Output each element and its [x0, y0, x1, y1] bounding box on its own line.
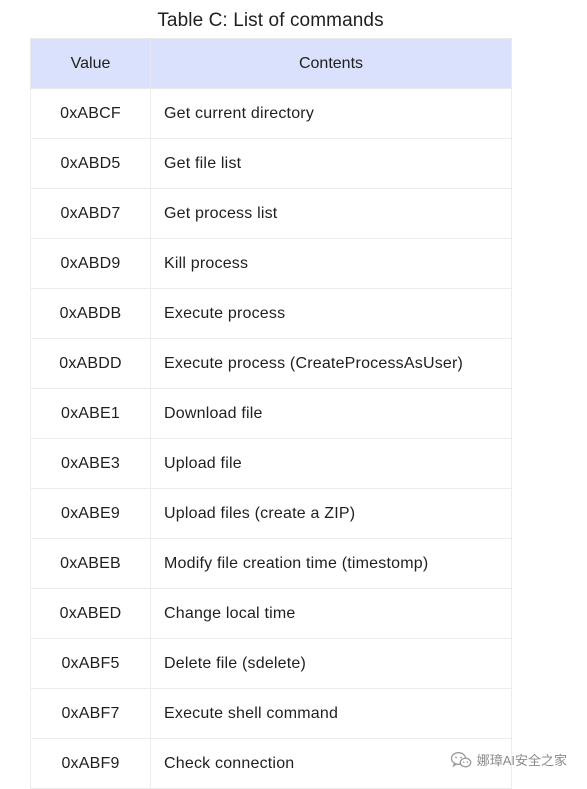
- cell-contents: Delete file (sdelete): [150, 638, 512, 689]
- header-value: Value: [30, 38, 151, 89]
- cell-contents: Execute process (CreateProcessAsUser): [150, 338, 512, 389]
- cell-value: 0xABD9: [30, 238, 151, 289]
- table-row: 0xABF5 Delete file (sdelete): [30, 638, 512, 689]
- cell-contents: Change local time: [150, 588, 512, 639]
- cell-contents: Get file list: [150, 138, 512, 189]
- table-row: 0xABDD Execute process (CreateProcessAsU…: [30, 338, 512, 389]
- cell-value: 0xABEB: [30, 538, 151, 589]
- cell-value: 0xABE9: [30, 488, 151, 539]
- cell-contents: Execute shell command: [150, 688, 512, 739]
- table-row: 0xABF9 Check connection: [30, 738, 512, 789]
- cell-contents: Download file: [150, 388, 512, 439]
- table-row: 0xABD9 Kill process: [30, 238, 512, 289]
- table-row: 0xABE9 Upload files (create a ZIP): [30, 488, 512, 539]
- watermark: 娜璋AI安全之家: [450, 750, 567, 769]
- table-row: 0xABDB Execute process: [30, 288, 512, 339]
- cell-value: 0xABD5: [30, 138, 151, 189]
- watermark-text: 娜璋AI安全之家: [476, 753, 567, 768]
- cell-contents: Modify file creation time (timestomp): [150, 538, 512, 589]
- table-row: 0xABF7 Execute shell command: [30, 688, 512, 739]
- cell-value: 0xABDD: [30, 338, 151, 389]
- cell-value: 0xABED: [30, 588, 151, 639]
- cell-contents: Get process list: [150, 188, 512, 239]
- cell-contents: Upload files (create a ZIP): [150, 488, 512, 539]
- wechat-icon: [450, 751, 472, 769]
- cell-contents: Kill process: [150, 238, 512, 289]
- cell-value: 0xABF7: [30, 688, 151, 739]
- table-row: 0xABEB Modify file creation time (timest…: [30, 538, 512, 589]
- table-row: 0xABD5 Get file list: [30, 138, 512, 189]
- table-row: 0xABED Change local time: [30, 588, 512, 639]
- cell-value: 0xABF9: [30, 738, 151, 789]
- cell-contents: Upload file: [150, 438, 512, 489]
- table-header-row: Value Contents: [30, 38, 512, 89]
- cell-value: 0xABE1: [30, 388, 151, 439]
- table-row: 0xABD7 Get process list: [30, 188, 512, 239]
- cell-value: 0xABD7: [30, 188, 151, 239]
- table-caption: Table C: List of commands: [157, 10, 384, 31]
- table-row: 0xABCF Get current directory: [30, 88, 512, 139]
- commands-table: Value Contents 0xABCF Get current direct…: [30, 38, 512, 789]
- table-row: 0xABE1 Download file: [30, 388, 512, 439]
- cell-value: 0xABE3: [30, 438, 151, 489]
- cell-contents: Execute process: [150, 288, 512, 339]
- cell-contents: Get current directory: [150, 88, 512, 139]
- table-row: 0xABE3 Upload file: [30, 438, 512, 489]
- cell-value: 0xABDB: [30, 288, 151, 339]
- header-contents: Contents: [150, 38, 512, 89]
- cell-value: 0xABCF: [30, 88, 151, 139]
- cell-value: 0xABF5: [30, 638, 151, 689]
